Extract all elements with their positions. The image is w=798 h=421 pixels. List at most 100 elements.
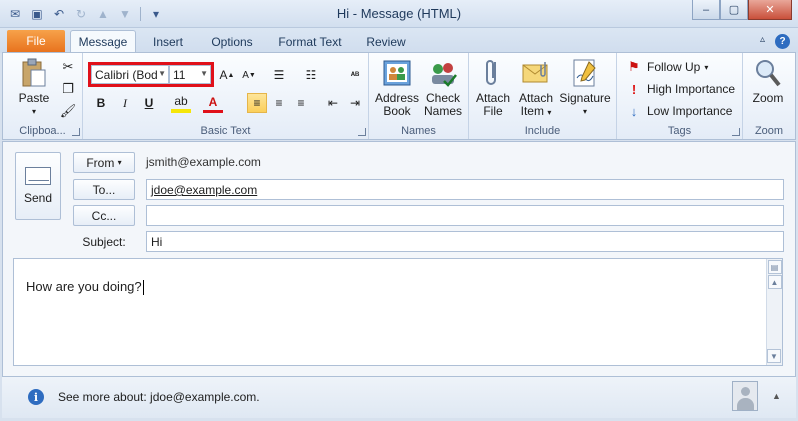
attach-item-label-2: Item ▾ — [520, 104, 552, 118]
signature-icon — [569, 57, 601, 89]
from-dropdown-icon: ▾ — [117, 158, 122, 167]
paste-button[interactable]: Paste ▾ — [13, 57, 55, 118]
font-highlight-box — [88, 62, 214, 87]
ribbon-tabs: File Message Insert Options Format Text … — [0, 28, 798, 53]
to-recipient[interactable]: jdoe@example.com — [151, 183, 257, 197]
align-left-icon[interactable]: ≡ — [247, 93, 267, 113]
highlight-color-icon[interactable]: ab — [171, 93, 191, 113]
scroll-down-icon[interactable]: ▼ — [767, 349, 781, 363]
increase-indent-icon[interactable]: ⇥ — [345, 93, 365, 113]
group-tags: ⚑ Follow Up ▾ ! High Importance ↓ Low Im… — [617, 53, 743, 139]
subject-field[interactable]: Hi — [146, 231, 784, 252]
ribbon: Paste ▾ ✂ ❐ 🖌 Clipboa... Calibri (Bod ▼ … — [2, 52, 796, 140]
clipboard-launcher-icon[interactable] — [72, 128, 80, 136]
clear-formatting-icon[interactable]: ᴬᴮ — [345, 65, 365, 85]
send-button[interactable]: Send — [15, 152, 61, 220]
tab-review[interactable]: Review — [358, 30, 414, 53]
attach-item-button[interactable]: Attach Item ▾ — [515, 57, 557, 119]
zoom-group-label: Zoom — [754, 125, 784, 137]
low-importance-button[interactable]: ↓ Low Importance — [625, 101, 733, 121]
cc-button[interactable]: Cc... — [73, 205, 135, 226]
copy-icon[interactable]: ❐ — [59, 80, 77, 98]
check-names-button[interactable]: Check Names — [421, 57, 465, 118]
attach-file-label-2: File — [483, 104, 503, 118]
font-color-icon[interactable]: A — [203, 93, 223, 113]
tab-file[interactable]: File — [7, 30, 65, 52]
group-include: Attach File Attach Item ▾ Signature ▾ In… — [469, 53, 617, 139]
tab-options[interactable]: Options — [203, 30, 261, 53]
italic-button[interactable]: I — [115, 93, 135, 113]
follow-up-label: Follow Up — [647, 60, 701, 74]
attach-file-button[interactable]: Attach File — [473, 57, 513, 118]
send-label: Send — [23, 191, 53, 205]
see-more-text[interactable]: See more about: jdoe@example.com. — [58, 390, 260, 404]
paste-label: Paste — [18, 91, 50, 105]
clipboard-group-label: Clipboa... — [19, 125, 66, 137]
help-icon[interactable]: ? — [775, 34, 790, 49]
address-book-button[interactable]: Address Book — [375, 57, 419, 118]
high-importance-button[interactable]: ! High Importance — [625, 79, 735, 99]
zoom-label: Zoom — [752, 91, 784, 105]
body-scrollbar[interactable]: ▤ ▲ ▼ — [766, 259, 782, 365]
scroll-up-icon[interactable]: ▲ — [767, 275, 782, 289]
tags-launcher-icon[interactable] — [732, 128, 740, 136]
follow-up-dropdown-icon[interactable]: ▾ — [704, 63, 708, 72]
align-right-icon[interactable]: ≡ — [291, 93, 311, 113]
send-envelope-icon — [25, 167, 51, 185]
numbering-icon[interactable]: ☷ — [301, 65, 321, 85]
window-controls: – ▢ ✕ — [692, 0, 792, 20]
follow-up-button[interactable]: ⚑ Follow Up ▾ — [625, 57, 708, 77]
signature-dropdown-icon[interactable]: ▾ — [583, 105, 587, 118]
basic-text-launcher-icon[interactable] — [358, 128, 366, 136]
tab-message[interactable]: Message — [70, 30, 136, 53]
magnifier-icon — [752, 57, 784, 89]
avatar[interactable] — [732, 381, 758, 411]
maximize-button[interactable]: ▢ — [720, 0, 748, 20]
tab-insert[interactable]: Insert — [142, 30, 194, 53]
address-book-label-2: Book — [383, 104, 411, 118]
grow-font-icon[interactable]: A ▲ — [217, 65, 237, 85]
cc-field[interactable] — [146, 205, 784, 226]
to-button[interactable]: To... — [73, 179, 135, 200]
subject-label: Subject: — [82, 235, 126, 249]
underline-button[interactable]: U — [139, 93, 159, 113]
low-importance-label: Low Importance — [647, 104, 733, 118]
group-basic-text: Calibri (Bod ▼ 11 ▼ A ▲ A ▼ ☰ ☷ ᴬᴮ B I U a… — [83, 53, 369, 139]
signature-button[interactable]: Signature ▾ — [557, 57, 613, 118]
minimize-button[interactable]: – — [692, 0, 720, 20]
tab-format-text[interactable]: Format Text — [272, 30, 348, 53]
cut-icon[interactable]: ✂ — [59, 58, 77, 76]
decrease-indent-icon[interactable]: ⇤ — [323, 93, 343, 113]
exclamation-icon: ! — [631, 81, 637, 97]
address-book-icon — [381, 57, 413, 89]
paste-icon — [18, 57, 50, 89]
from-button[interactable]: From ▾ — [73, 152, 135, 173]
info-icon: i — [28, 389, 44, 405]
close-button[interactable]: ✕ — [748, 0, 792, 20]
shrink-font-icon[interactable]: A ▼ — [239, 65, 259, 85]
tags-group-label: Tags — [667, 125, 692, 137]
paste-dropdown-icon[interactable]: ▾ — [32, 105, 36, 118]
format-painter-icon[interactable]: 🖌 — [59, 102, 77, 120]
to-field[interactable]: jdoe@example.com — [146, 179, 784, 200]
align-center-icon[interactable]: ≡ — [269, 93, 289, 113]
down-arrow-icon: ↓ — [630, 103, 638, 119]
group-zoom: Zoom Zoom — [743, 53, 795, 139]
bullets-icon[interactable]: ☰ — [269, 65, 289, 85]
names-group-label: Names — [401, 125, 436, 137]
expand-people-pane-icon[interactable]: ▲ — [772, 391, 781, 401]
paperclip-icon — [477, 57, 509, 89]
zoom-button[interactable]: Zoom — [747, 57, 789, 105]
minimize-ribbon-icon[interactable]: ▵ — [760, 34, 765, 49]
text-caret — [142, 280, 144, 296]
high-importance-label: High Importance — [647, 82, 736, 96]
message-body-text: How are you doing? — [26, 279, 144, 296]
signature-label: Signature — [559, 91, 611, 105]
check-names-label-2: Names — [423, 104, 462, 118]
bold-button[interactable]: B — [91, 93, 111, 113]
ruler-toggle-icon[interactable]: ▤ — [767, 260, 782, 274]
group-names: Address Book Check Names Names — [369, 53, 469, 139]
compose-area: Send From ▾ jsmith@example.com To... jdo… — [2, 141, 796, 403]
message-body[interactable]: How are you doing? ▤ ▲ ▼ — [13, 258, 783, 366]
basic-text-group-label: Basic Text — [200, 125, 251, 137]
